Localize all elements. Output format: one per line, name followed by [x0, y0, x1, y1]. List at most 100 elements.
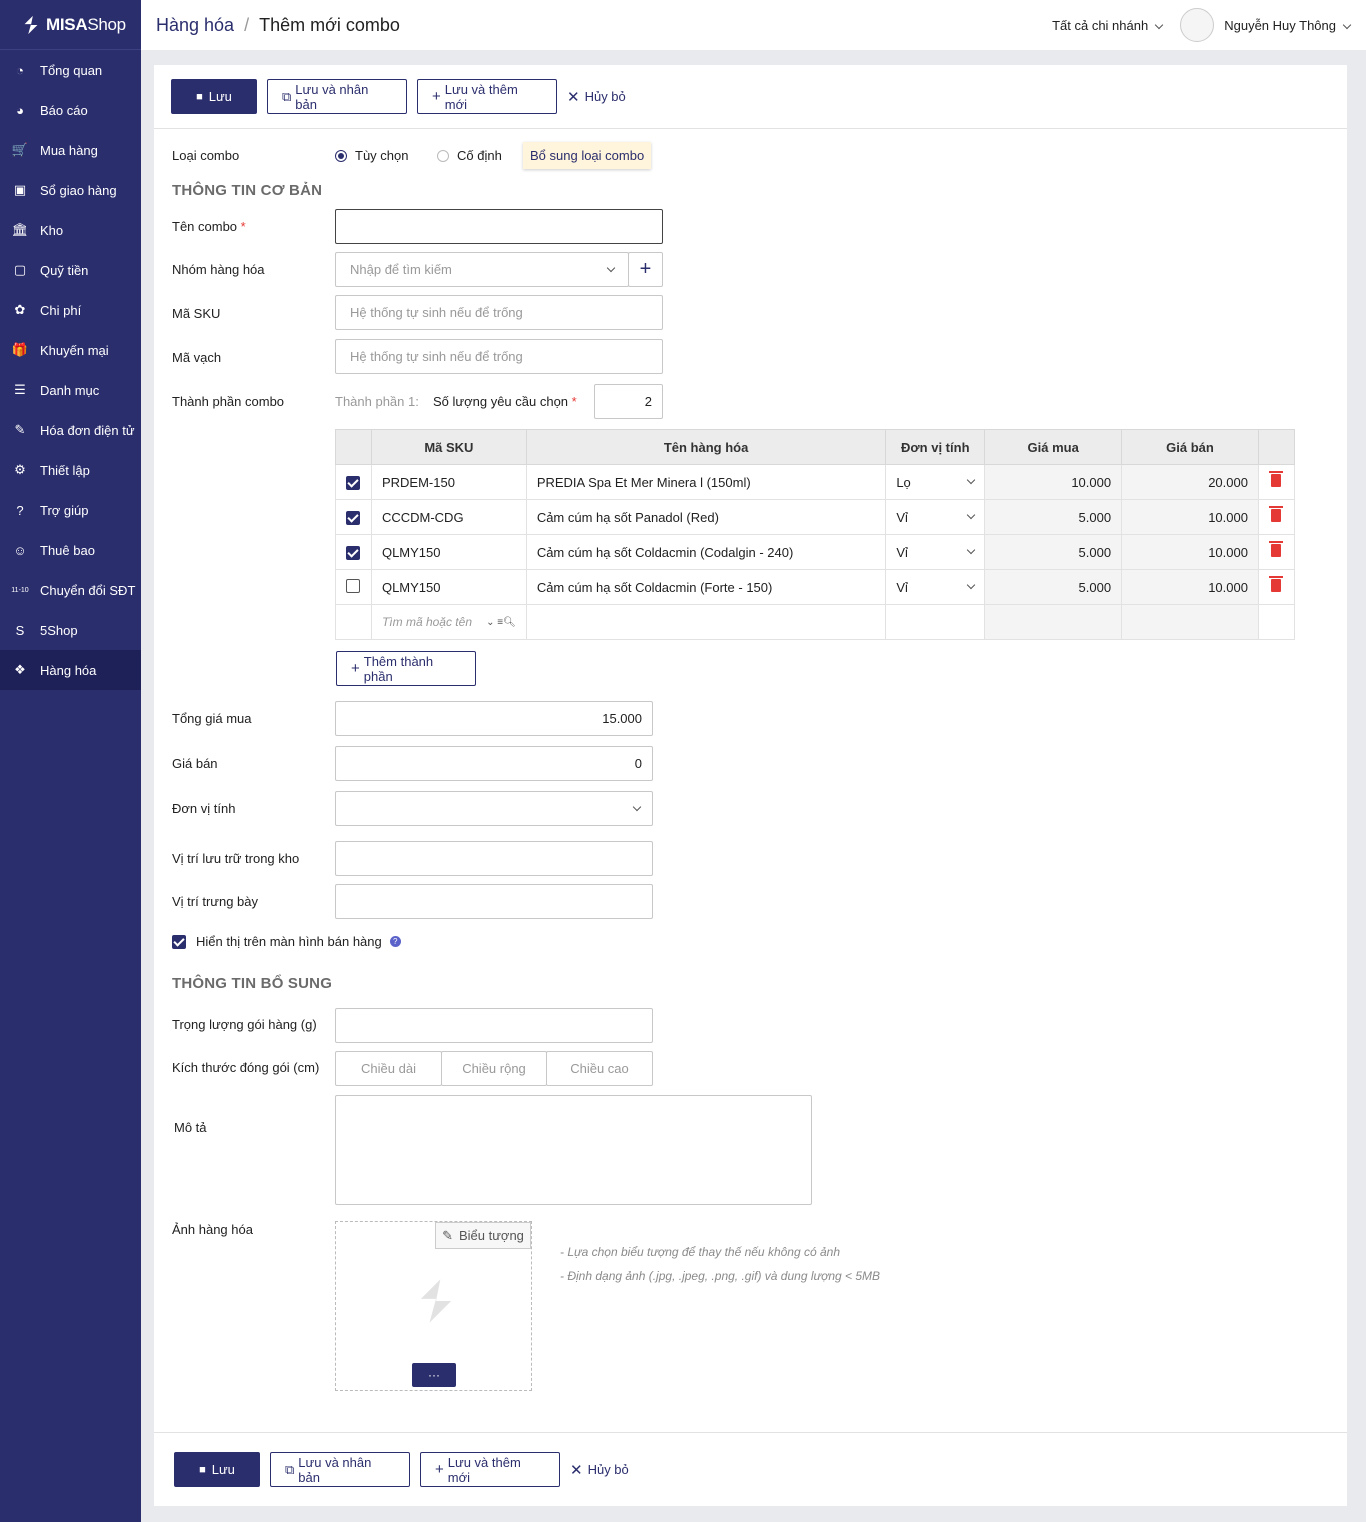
sidebar-item[interactable]: 11-10 Chuyển đổi SĐT — [0, 570, 141, 610]
sku-input[interactable]: Hệ thống tự sinh nếu để trống — [335, 295, 663, 330]
avatar[interactable] — [1180, 8, 1215, 42]
save-button[interactable]: ■ Lưu — [171, 79, 257, 114]
brand-logo[interactable]: MISAShop — [0, 0, 141, 50]
checkbox-checked-icon[interactable] — [346, 475, 361, 490]
sidebar-item[interactable]: 🛒 Mua hàng — [0, 130, 141, 170]
combo-type-fixed-radio[interactable]: Cố định — [437, 148, 502, 163]
delete-cell[interactable] — [1257, 464, 1296, 500]
storage-location-label: Vị trí lưu trữ trong kho — [172, 851, 300, 866]
column-header: Đơn vị tính — [885, 429, 986, 465]
sidebar-item[interactable]: S 5Shop — [0, 610, 141, 650]
save-copy-button[interactable]: ⧉ Lưu và nhân bản — [270, 1452, 410, 1487]
help-icon[interactable]: ? — [389, 936, 401, 947]
pencil-icon: ✎ — [442, 1227, 453, 1243]
table-cell — [1257, 604, 1296, 640]
storage-location-input[interactable] — [335, 841, 653, 876]
cancel-button[interactable]: ✕ Hủy bỏ — [570, 1461, 629, 1479]
image-note: - Lựa chọn biểu tượng để thay thế nếu kh… — [560, 1245, 840, 1259]
dashboard-icon: ◔ — [16, 62, 24, 78]
components-table: Mã SKU Tên hàng hóa Đơn vị tính Giá mua … — [335, 429, 1296, 640]
choose-icon-button[interactable]: ✎ Biểu tượng — [435, 1222, 531, 1249]
sidebar-item[interactable]: ❖ Hàng hóa — [0, 650, 141, 690]
5shop-icon: S — [15, 622, 25, 638]
goods-group-placeholder: Nhập để tìm kiếm — [350, 262, 452, 277]
required-qty-input[interactable]: 2 — [594, 384, 663, 419]
checkbox-unchecked-icon[interactable] — [346, 578, 361, 593]
save-copy-button[interactable]: ⧉ Lưu và nhân bản — [267, 79, 407, 114]
delete-cell[interactable] — [1257, 534, 1296, 570]
plus-icon: + — [432, 88, 441, 105]
chevron-down-icon — [606, 263, 616, 272]
barcode-input[interactable]: Hệ thống tự sinh nếu để trống — [335, 339, 663, 374]
length-input[interactable]: Chiều dài — [335, 1051, 442, 1086]
unit-cell[interactable]: Vỉ — [885, 534, 986, 570]
save-new-button[interactable]: + Lưu và thêm mới — [420, 1452, 560, 1487]
unit-cell[interactable]: Lọ — [885, 464, 986, 500]
row-checkbox-cell[interactable] — [335, 464, 372, 500]
row-checkbox-cell[interactable] — [335, 534, 372, 570]
image-upload-box[interactable]: ✎ Biểu tượng ··· — [335, 1221, 532, 1391]
total-cost-input[interactable]: 15.000 — [335, 701, 653, 736]
radio-label: Cố định — [457, 148, 502, 163]
delete-cell[interactable] — [1257, 499, 1296, 535]
table-cell — [984, 604, 1123, 640]
sku-cell: QLMY150 — [370, 534, 527, 570]
save-icon: ■ — [196, 90, 203, 103]
cart-icon: 🛒 — [11, 142, 29, 157]
checkbox-checked-icon[interactable] — [346, 510, 361, 525]
sidebar-item[interactable]: ☰ Danh mục — [0, 370, 141, 410]
sidebar-item[interactable]: ⚙ Thiết lập — [0, 450, 141, 490]
combo-name-input[interactable] — [335, 209, 663, 244]
sku-cell: CCCDM-CDG — [370, 499, 527, 535]
name-cell: PREDIA Spa Et Mer Minera l (150ml) — [525, 464, 887, 500]
sidebar-item[interactable]: ? Trợ giúp — [0, 490, 141, 530]
combo-type-optional-radio[interactable]: Tùy chọn — [335, 148, 408, 163]
table-search-input[interactable]: Tìm mã hoặc tên — [382, 615, 472, 629]
save-button[interactable]: ■ Lưu — [174, 1452, 260, 1487]
more-label: ··· — [428, 1368, 440, 1382]
unit-select[interactable] — [335, 791, 653, 826]
trash-icon[interactable] — [1269, 576, 1284, 592]
sidebar-item[interactable]: 🎁 Khuyến mại — [0, 330, 141, 370]
weight-input[interactable] — [335, 1008, 653, 1043]
height-input[interactable]: Chiều cao — [546, 1051, 653, 1086]
checkbox-checked-icon — [172, 934, 186, 949]
add-component-button[interactable]: + Thêm thành phần — [336, 651, 476, 686]
unit-cell[interactable]: Vỉ — [885, 499, 986, 535]
add-group-button[interactable]: + — [628, 252, 663, 287]
sidebar-item[interactable]: ✿ Chi phí — [0, 290, 141, 330]
width-input[interactable]: Chiều rộng — [441, 1051, 547, 1086]
row-checkbox-cell[interactable] — [335, 569, 372, 605]
trash-icon[interactable] — [1269, 541, 1284, 557]
sale-price-input[interactable]: 0 — [335, 746, 653, 781]
unit-cell[interactable]: Vỉ — [885, 569, 986, 605]
sku-cell: PRDEM-150 — [370, 464, 527, 500]
sidebar-item[interactable]: 🏛 Kho — [0, 210, 141, 250]
table-search-cell[interactable]: Tìm mã hoặc tên ⌄ ≡🔍︎ — [370, 604, 527, 640]
search-icon[interactable]: ⌄ ≡🔍︎ — [486, 617, 516, 628]
sidebar-item[interactable]: ☺ Thuê bao — [0, 530, 141, 570]
plus-icon: + — [351, 660, 360, 677]
show-on-pos-checkbox[interactable]: Hiển thị trên màn hình bán hàng? — [172, 934, 401, 949]
trash-icon[interactable] — [1269, 506, 1284, 522]
description-textarea[interactable] — [335, 1095, 812, 1205]
copy-icon: ⧉ — [285, 1461, 295, 1477]
trash-icon[interactable] — [1269, 471, 1284, 487]
close-icon: ✕ — [570, 1461, 583, 1479]
display-location-input[interactable] — [335, 884, 653, 919]
sidebar-item[interactable]: ✎ Hóa đơn điện tử — [0, 410, 141, 450]
branch-selector[interactable]: Tất cả chi nhánh — [1052, 18, 1164, 33]
save-new-button[interactable]: + Lưu và thêm mới — [417, 79, 557, 114]
breadcrumb-parent[interactable]: Hàng hóa — [156, 15, 234, 35]
user-menu[interactable]: Nguyễn Huy Thông — [1224, 18, 1352, 33]
sidebar-item[interactable]: ▢ Quỹ tiền — [0, 250, 141, 290]
row-checkbox-cell[interactable] — [335, 499, 372, 535]
checkbox-checked-icon[interactable] — [346, 545, 361, 560]
sidebar-item[interactable]: ▣ Sổ giao hàng — [0, 170, 141, 210]
cancel-button[interactable]: ✕ Hủy bỏ — [567, 88, 626, 106]
sidebar-item[interactable]: ◕ Báo cáo — [0, 90, 141, 130]
sidebar-item[interactable]: ◔ Tổng quan — [0, 50, 141, 90]
goods-group-select[interactable]: Nhập để tìm kiếm — [335, 252, 629, 287]
more-button[interactable]: ··· — [412, 1363, 456, 1387]
delete-cell[interactable] — [1257, 569, 1296, 605]
